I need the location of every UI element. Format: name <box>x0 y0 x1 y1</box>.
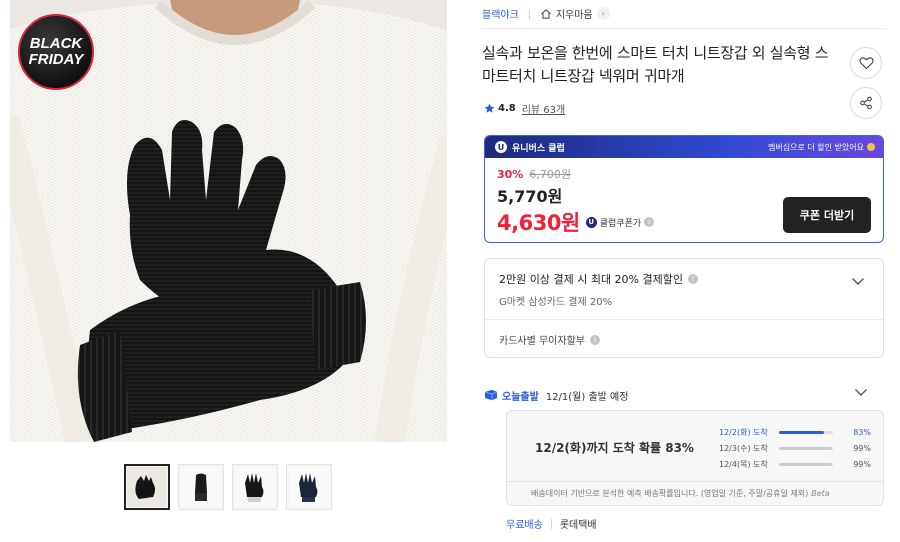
club-price-label: U 클럽쿠폰가 i <box>585 216 655 229</box>
divider <box>528 8 530 19</box>
glove-palm-thumb-icon <box>235 467 275 507</box>
departure-date: 12/1(월) 출발 예정 <box>545 391 629 403</box>
coin-icon <box>867 143 875 151</box>
delivery-forecast-card: 12/2(화)까지 도착 확률 83% 12/2(화) 도착 83% 12/3(… <box>506 410 884 506</box>
shipping-row: 무료배송 롯데택배 <box>506 516 597 531</box>
divider <box>482 28 886 29</box>
club-badge: U 유니버스 클럽 <box>495 141 565 154</box>
forecast-row: 12/3(수) 도착 99% <box>719 440 877 456</box>
forecast-row: 12/2(화) 도착 83% <box>719 424 877 440</box>
product-title: 실속과 보온을 한번에 스마트 터치 니트장갑 외 실속형 스마트터치 니트장갑… <box>482 44 829 85</box>
black-friday-badge: BLACK FRIDAY <box>18 14 94 90</box>
info-icon[interactable]: i <box>644 217 655 227</box>
divider <box>507 481 883 482</box>
badge-line-1: BLACK <box>29 35 83 52</box>
forecast-note: 배송데이터 기반으로 분석한 예측 배송확률입니다. (영업일 기준, 주말/공… <box>531 488 830 499</box>
badge-line-2: FRIDAY <box>28 51 84 68</box>
divider <box>485 319 883 320</box>
forecast-headline: 12/2(화)까지 도착 확률 83% <box>535 441 694 455</box>
club-note: 멤버십으로 더 할인 받았어요 <box>768 142 875 153</box>
shop-link[interactable]: 지우마음 › <box>540 6 610 21</box>
rating-row: 4.8 리뷰 63개 <box>484 101 565 116</box>
info-icon[interactable]: i <box>688 274 698 284</box>
forecast-list: 12/2(화) 도착 83% 12/3(수) 도착 99% 12/4(목) 도착… <box>719 424 877 472</box>
single-glove-thumb-icon <box>181 467 221 507</box>
universe-club-icon: U <box>585 216 597 228</box>
thumbnail-strip <box>124 464 332 510</box>
forecast-bar-fill <box>779 430 824 434</box>
forecast-bar <box>779 430 833 434</box>
brand-link[interactable]: 블랙야크 <box>482 6 519 21</box>
universe-club-icon: U <box>495 141 507 153</box>
heart-icon <box>858 57 874 70</box>
forecast-bar-fill <box>779 462 833 466</box>
benefit-card: 2만원 이상 결제 시 최대 20% 결제할인 i G마켓 삼성카드 결제 20… <box>484 258 884 358</box>
discount-row: 30% 6,700원 <box>497 166 883 182</box>
forecast-date: 12/4(목) 도착 <box>719 459 768 469</box>
card-discount-sub: G마켓 삼성카드 결제 20% <box>499 297 613 308</box>
installment-text: 카드사별 무이자할부 <box>499 336 585 347</box>
navy-glove-thumb-icon <box>289 467 329 507</box>
thumbnail-4[interactable] <box>286 464 332 510</box>
glove-pair-thumb-icon <box>127 467 167 507</box>
club-banner: U 유니버스 클럽 멤버십으로 더 할인 받았어요 <box>485 136 883 158</box>
forecast-note-text: 배송데이터 기반으로 분석한 예측 배송확률입니다. (영업일 기준, 주말/공… <box>531 489 809 498</box>
forecast-bar <box>779 446 833 450</box>
benefit-expand-button[interactable] <box>851 271 865 290</box>
share-icon <box>860 96 872 110</box>
chevron-down-icon <box>852 278 864 285</box>
forecast-bar <box>779 462 833 466</box>
rating-value: 4.8 <box>498 103 516 114</box>
discount-rate: 30% <box>497 167 524 181</box>
price-card: U 유니버스 클럽 멤버십으로 더 할인 받았어요 30% 6,700원 5,7… <box>484 135 884 243</box>
share-button[interactable] <box>850 87 882 119</box>
club-price: 4,630원 <box>497 211 580 235</box>
forecast-date: 12/2(화) 도착 <box>719 427 768 437</box>
installment-row: 카드사별 무이자할부 i <box>499 332 600 347</box>
delivery-row: 오늘출발 12/1(월) 출발 예정 <box>484 386 884 404</box>
coupon-more-button[interactable]: 쿠폰 더받기 <box>783 197 871 233</box>
home-icon <box>540 8 551 19</box>
club-price-label-text: 클럽쿠폰가 <box>599 218 642 229</box>
card-discount-text: 2만원 이상 결제 시 최대 20% 결제할인 <box>499 273 683 286</box>
chevron-right-icon: › <box>596 7 610 20</box>
thumbnail-3[interactable] <box>232 464 278 510</box>
forecast-bar-fill <box>779 446 833 450</box>
product-main-image[interactable]: BLACK FRIDAY <box>10 0 447 442</box>
forecast-percent: 99% <box>853 459 871 469</box>
info-icon[interactable]: i <box>589 334 600 345</box>
card-discount-main: 2만원 이상 결제 시 최대 20% 결제할인 i <box>499 271 698 287</box>
forecast-date: 12/3(수) 도착 <box>719 443 768 453</box>
forecast-percent: 99% <box>853 443 871 453</box>
forecast-percent: 83% <box>853 427 871 437</box>
forecast-row: 12/4(목) 도착 99% <box>719 456 877 472</box>
free-shipping-label: 무료배송 <box>506 520 543 531</box>
carrier-name: 롯데택배 <box>559 520 597 531</box>
original-price: 6,700원 <box>529 168 571 181</box>
star-icon <box>484 103 495 113</box>
today-shipping-label: 오늘출발 <box>502 391 539 403</box>
club-badge-label: 유니버스 클럽 <box>512 143 565 154</box>
brand-row: 블랙야크 지우마음 › <box>482 6 610 21</box>
club-note-text: 멤버십으로 더 할인 받았어요 <box>768 142 864 152</box>
today-shipping-badge: 오늘출발 <box>484 388 539 403</box>
delivery-expand-button[interactable] <box>854 388 868 400</box>
shop-name: 지우마음 <box>555 10 593 21</box>
price-body: 30% 6,700원 5,770원 4,630원 U 클럽쿠폰가 i 쿠폰 더받… <box>485 158 883 237</box>
divider <box>550 518 552 529</box>
chevron-down-icon <box>855 389 867 396</box>
wishlist-button[interactable] <box>850 47 882 79</box>
thumbnail-2[interactable] <box>178 464 224 510</box>
thumbnail-1[interactable] <box>124 464 170 510</box>
beta-tag: Beta <box>811 489 830 498</box>
truck-icon <box>484 389 498 401</box>
review-link[interactable]: 리뷰 63개 <box>522 101 566 116</box>
